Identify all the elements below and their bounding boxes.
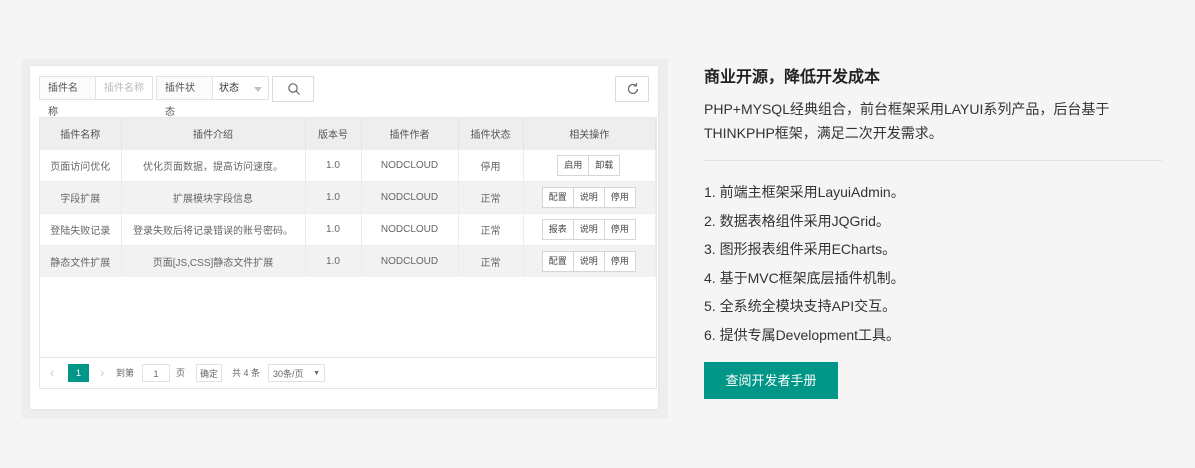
column-header[interactable]: 插件作者: [361, 118, 459, 150]
plugin-intro-cell: 优化页面数据，提高访问速度。: [121, 149, 306, 182]
page-size-select[interactable]: 30条/页 ▼: [268, 364, 325, 382]
column-header[interactable]: 相关操作: [523, 118, 656, 150]
table-header-row: 插件名称 插件介绍 版本号 插件作者 插件状态 相关操作: [40, 118, 656, 150]
feature-list: 1. 前端主框架采用LayuiAdmin。 2. 数据表格组件采用JQGrid。…: [704, 180, 905, 351]
plugin-manager-preview: 插件名称 插件名称 插件状态 状态 插件名称 插件介绍 版本号 插件作者 插件状…: [30, 66, 658, 409]
goto-suffix: 页: [176, 368, 186, 378]
table-row[interactable]: 字段扩展 扩展模块字段信息 1.0 NODCLOUD 正常 配置 说明 停用: [40, 181, 656, 214]
info-button[interactable]: 说明: [572, 219, 605, 240]
filter-toolbar: 插件名称 插件名称 插件状态 状态: [39, 76, 649, 118]
list-item: 5. 全系统全模块支持API交互。: [704, 298, 897, 314]
disable-button[interactable]: 停用: [603, 219, 636, 240]
list-item: 6. 提供专属Development工具。: [704, 326, 901, 343]
column-header[interactable]: 插件介绍: [121, 118, 306, 150]
plugin-intro-cell: 页面[JS,CSS]静态文件扩展: [121, 245, 306, 277]
actions-cell: 报表 说明 停用: [523, 213, 656, 246]
plugin-table: 插件名称 插件介绍 版本号 插件作者 插件状态 相关操作 页面访问优化 优化页面…: [39, 117, 657, 389]
status-cell: 正常: [458, 245, 524, 277]
list-item: 2. 数据表格组件采用JQGrid。: [704, 212, 890, 229]
info-button[interactable]: 说明: [572, 251, 605, 272]
pagination: ‹ 1 › 到第 1 页 确定 共 4 条 30条/页 ▼: [40, 357, 656, 388]
refresh-button[interactable]: [615, 76, 649, 102]
version-cell: 1.0: [305, 245, 362, 277]
version-cell: 1.0: [305, 213, 362, 246]
status-cell: 停用: [458, 149, 524, 182]
plugin-intro-cell: 扩展模块字段信息: [121, 181, 306, 214]
table-row[interactable]: 静态文件扩展 页面[JS,CSS]静态文件扩展 1.0 NODCLOUD 正常 …: [40, 245, 656, 277]
list-item: 1. 前端主框架采用LayuiAdmin。: [704, 184, 905, 200]
column-header[interactable]: 版本号: [305, 118, 362, 150]
uninstall-button[interactable]: 卸载: [588, 155, 621, 176]
list-item: 3. 图形报表组件采用ECharts。: [704, 241, 897, 257]
next-page-icon[interactable]: ›: [100, 364, 104, 382]
chevron-down-icon: [254, 87, 262, 92]
status-label: 插件状态: [156, 76, 213, 118]
table-row[interactable]: 登陆失败记录 登录失败后将记录错误的账号密码。 1.0 NODCLOUD 正常 …: [40, 213, 656, 246]
goto-prefix: 到第: [116, 368, 135, 378]
search-button[interactable]: [272, 76, 314, 102]
plugin-name-label: 插件名称: [39, 76, 96, 118]
goto-confirm-button[interactable]: 确定: [196, 364, 222, 382]
column-header[interactable]: 插件名称: [40, 118, 122, 150]
enable-button[interactable]: 启用: [557, 155, 590, 176]
author-cell: NODCLOUD: [361, 213, 459, 246]
column-header[interactable]: 插件状态: [458, 118, 524, 150]
info-button[interactable]: 说明: [572, 187, 605, 208]
page-size-value: 30条/页: [273, 369, 304, 379]
plugin-name-cell: 登陆失败记录: [40, 213, 122, 246]
list-item: 4. 基于MVC框架底层插件机制。: [704, 269, 905, 286]
section-description: PHP+MYSQL经典组合，前台框架采用LAYUI系列产品，后台基于THINKP…: [704, 101, 1110, 141]
plugin-name-cell: 页面访问优化: [40, 149, 122, 182]
actions-cell: 配置 说明 停用: [523, 181, 656, 214]
prev-page-icon[interactable]: ‹: [50, 364, 54, 382]
plugin-name-cell: 静态文件扩展: [40, 245, 122, 277]
config-button[interactable]: 配置: [541, 187, 574, 208]
report-button[interactable]: 报表: [541, 219, 574, 240]
author-cell: NODCLOUD: [361, 149, 459, 182]
section-title: 商业开源，降低开发成本: [704, 69, 881, 86]
version-cell: 1.0: [305, 149, 362, 182]
screenshot-frame: 插件名称 插件名称 插件状态 状态 插件名称 插件介绍 版本号 插件作者 插件状…: [22, 58, 668, 418]
disable-button[interactable]: 停用: [603, 251, 636, 272]
author-cell: NODCLOUD: [361, 245, 459, 277]
status-select[interactable]: 状态: [212, 76, 269, 100]
plugin-name-input[interactable]: 插件名称: [95, 76, 153, 100]
status-cell: 正常: [458, 213, 524, 246]
plugin-intro-cell: 登录失败后将记录错误的账号密码。: [121, 213, 306, 246]
goto-page-input[interactable]: 1: [142, 364, 170, 382]
total-count: 共 4 条: [232, 368, 261, 378]
developer-manual-button[interactable]: 查阅开发者手册: [704, 362, 838, 399]
config-button[interactable]: 配置: [541, 251, 574, 272]
author-cell: NODCLOUD: [361, 181, 459, 214]
disable-button[interactable]: 停用: [603, 187, 636, 208]
status-cell: 正常: [458, 181, 524, 214]
actions-cell: 启用 卸载: [523, 149, 656, 182]
refresh-icon: [627, 83, 639, 95]
actions-cell: 配置 说明 停用: [523, 245, 656, 277]
table-row[interactable]: 页面访问优化 优化页面数据，提高访问速度。 1.0 NODCLOUD 停用 启用…: [40, 149, 656, 182]
search-icon: [288, 83, 300, 95]
divider: [704, 160, 1162, 161]
version-cell: 1.0: [305, 181, 362, 214]
plugin-name-cell: 字段扩展: [40, 181, 122, 214]
status-select-value: 状态: [219, 83, 239, 94]
current-page[interactable]: 1: [68, 364, 89, 382]
chevron-down-icon: ▼: [313, 370, 320, 377]
